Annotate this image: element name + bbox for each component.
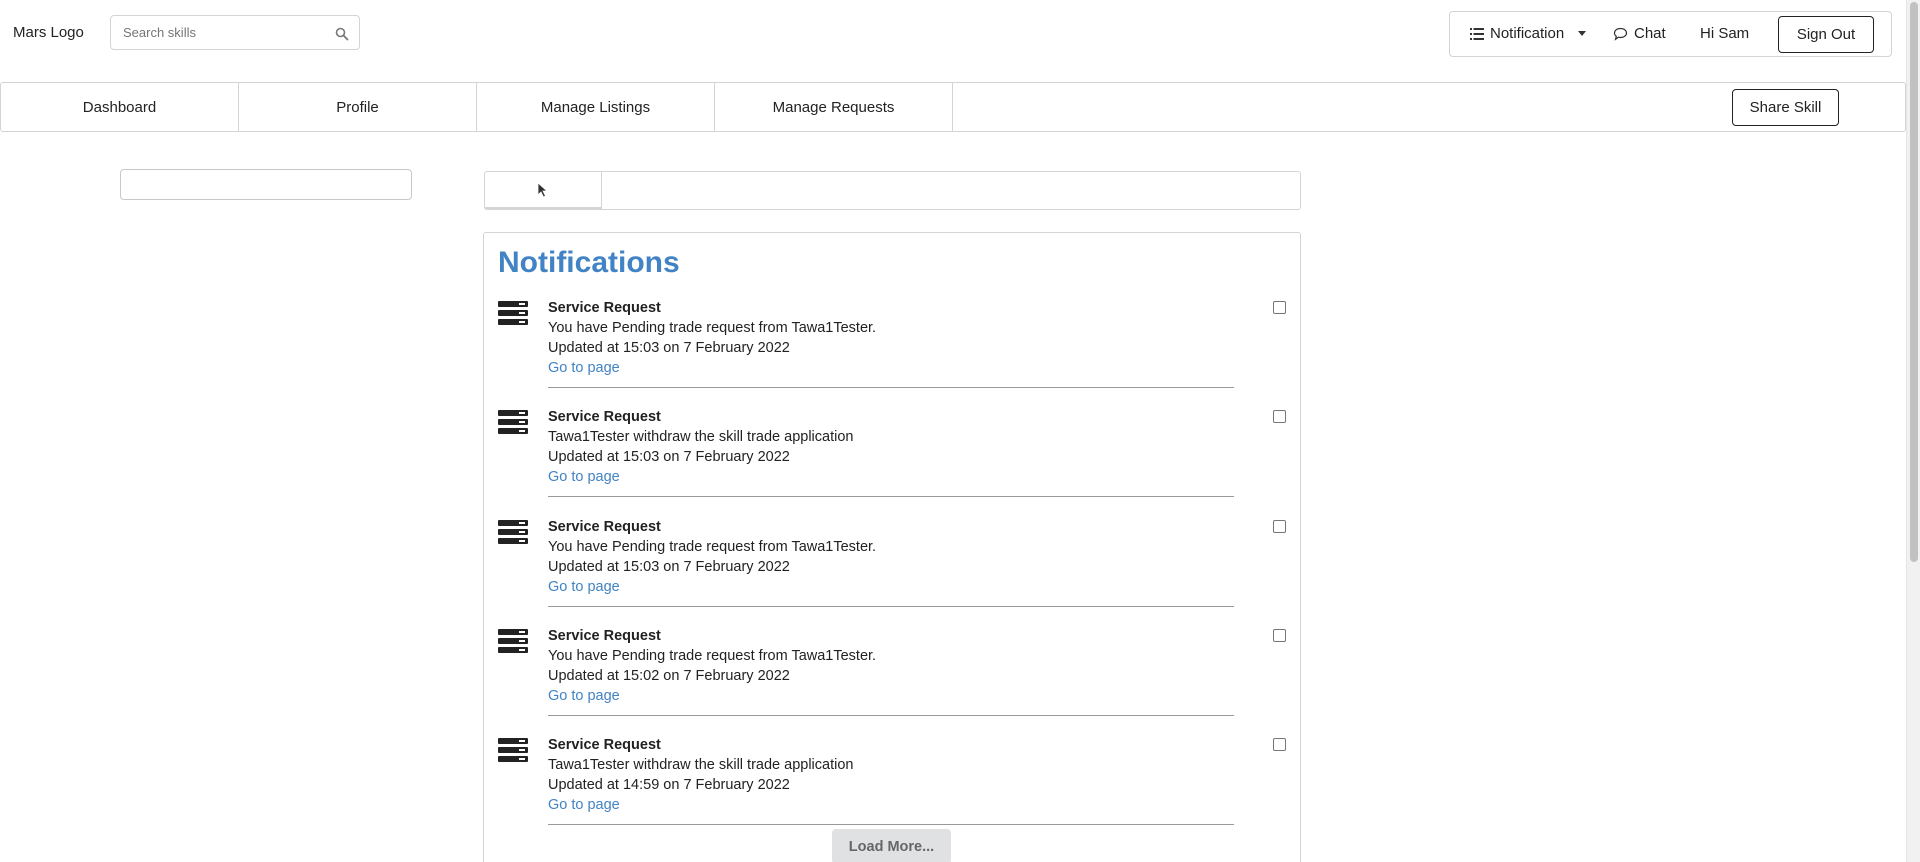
go-to-page-link[interactable]: Go to page [548, 797, 620, 813]
divider [548, 824, 1234, 825]
chat-bubble-icon [1613, 27, 1628, 41]
left-filter-box[interactable] [120, 169, 412, 200]
tab-manage-listings[interactable]: Manage Listings [477, 83, 715, 131]
go-to-page-link[interactable]: Go to page [548, 469, 620, 485]
server-icon [498, 738, 528, 762]
notification-checkbox[interactable] [1273, 410, 1286, 423]
notification-message: You have Pending trade request from Tawa… [548, 320, 877, 336]
user-greeting[interactable]: Hi Sam [1700, 25, 1749, 42]
notification-dropdown[interactable]: Notification [1470, 25, 1587, 42]
top-header: Mars Logo Notification Chat Hi Sam Sign … [0, 0, 1904, 68]
sub-tab-active[interactable] [485, 172, 602, 209]
notification-item: Service Request You have Pending trade r… [498, 298, 1288, 408]
tab-dashboard[interactable]: Dashboard [1, 83, 239, 131]
notification-body: Service Request Tawa1Tester withdraw the… [548, 735, 1238, 815]
notification-checkbox[interactable] [1273, 301, 1286, 314]
search-icon[interactable] [335, 27, 349, 41]
notification-title: Service Request [548, 628, 661, 644]
notification-checkbox[interactable] [1273, 520, 1286, 533]
notifications-heading: Notifications [498, 246, 680, 279]
divider [548, 606, 1234, 607]
notification-label: Notification [1490, 25, 1565, 42]
notification-body: Service Request You have Pending trade r… [548, 626, 1238, 706]
notification-title: Service Request [548, 737, 661, 753]
notification-message: You have Pending trade request from Tawa… [548, 648, 877, 664]
notification-message: Tawa1Tester withdraw the skill trade app… [548, 757, 854, 773]
load-more-button[interactable]: Load More... [832, 829, 951, 862]
server-icon [498, 520, 528, 544]
search-box[interactable] [110, 15, 360, 50]
sub-menu-bar [484, 171, 1301, 210]
mars-logo[interactable]: Mars Logo [13, 24, 84, 41]
notification-title: Service Request [548, 300, 661, 316]
notification-timestamp: Updated at 15:02 on 7 February 2022 [548, 668, 790, 684]
divider [548, 715, 1234, 716]
notification-timestamp: Updated at 15:03 on 7 February 2022 [548, 449, 790, 465]
notification-message: Tawa1Tester withdraw the skill trade app… [548, 429, 854, 445]
go-to-page-link[interactable]: Go to page [548, 688, 620, 704]
notification-timestamp: Updated at 14:59 on 7 February 2022 [548, 777, 790, 793]
server-icon [498, 301, 528, 325]
search-input[interactable] [123, 25, 323, 40]
notifications-panel: Notifications Service Request You have P… [483, 232, 1301, 862]
notification-title: Service Request [548, 409, 661, 425]
tab-profile[interactable]: Profile [239, 83, 477, 131]
notification-item: Service Request You have Pending trade r… [498, 626, 1288, 736]
chevron-down-icon [1578, 31, 1587, 36]
notification-title: Service Request [548, 519, 661, 535]
main-nav-tabs: Dashboard Profile Manage Listings Manage… [0, 82, 1906, 132]
divider [548, 496, 1234, 497]
share-skill-button[interactable]: Share Skill [1732, 89, 1839, 126]
list-icon [1470, 27, 1484, 40]
notification-body: Service Request You have Pending trade r… [548, 517, 1238, 597]
go-to-page-link[interactable]: Go to page [548, 360, 620, 376]
notification-body: Service Request You have Pending trade r… [548, 298, 1238, 378]
top-right-menu: Notification Chat Hi Sam Sign Out [1449, 11, 1892, 57]
divider [548, 387, 1234, 388]
notification-message: You have Pending trade request from Tawa… [548, 539, 877, 555]
chat-link[interactable]: Chat [1613, 25, 1666, 42]
notification-item: Service Request You have Pending trade r… [498, 517, 1288, 627]
scrollbar-thumb[interactable] [1910, 2, 1918, 562]
notification-checkbox[interactable] [1273, 629, 1286, 642]
notification-checkbox[interactable] [1273, 738, 1286, 751]
mouse-pointer-icon [537, 181, 549, 198]
notification-item: Service Request Tawa1Tester withdraw the… [498, 407, 1288, 517]
page-scrollbar[interactable] [1906, 0, 1920, 862]
chat-label: Chat [1634, 25, 1666, 42]
server-icon [498, 629, 528, 653]
sign-out-button[interactable]: Sign Out [1778, 16, 1874, 53]
server-icon [498, 410, 528, 434]
go-to-page-link[interactable]: Go to page [548, 579, 620, 595]
notification-timestamp: Updated at 15:03 on 7 February 2022 [548, 559, 790, 575]
notification-timestamp: Updated at 15:03 on 7 February 2022 [548, 340, 790, 356]
tab-manage-requests[interactable]: Manage Requests [715, 83, 953, 131]
notification-body: Service Request Tawa1Tester withdraw the… [548, 407, 1238, 487]
